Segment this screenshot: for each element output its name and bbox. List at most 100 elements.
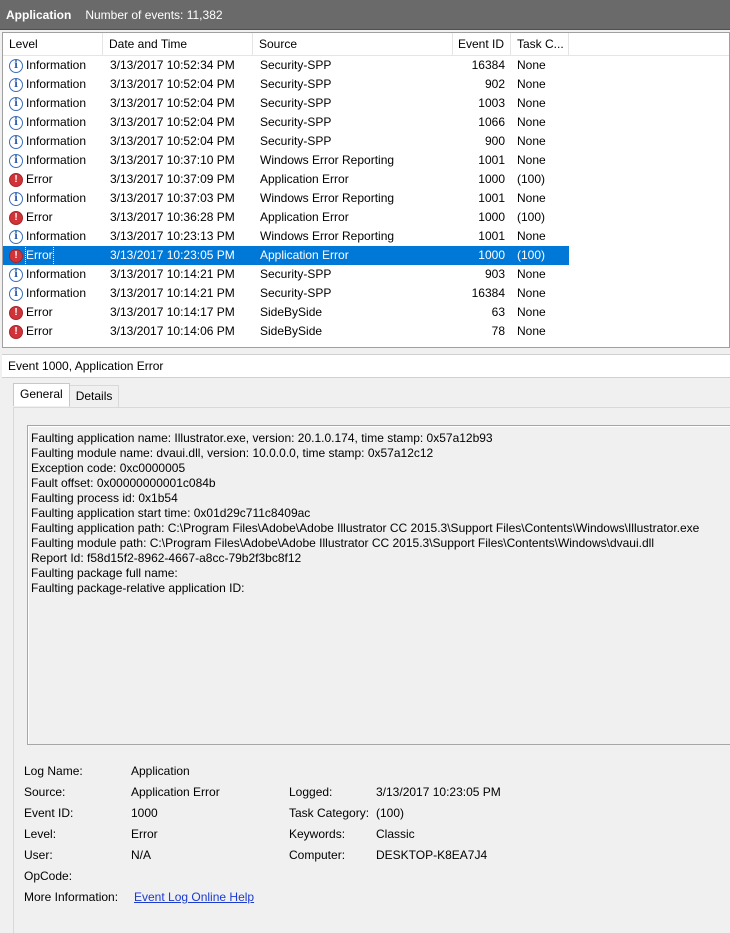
event-row[interactable]: ! Error 3/13/2017 10:37:09 PM Application E… (3, 170, 729, 189)
prop-label: Level: (24, 827, 57, 841)
event-row[interactable]: i Information 3/13/2017 10:14:21 PM Securit… (3, 265, 729, 284)
row-level: i Information (3, 227, 103, 246)
row-level: ! Error (3, 208, 103, 227)
event-row[interactable]: ! Error 3/13/2017 10:36:28 PM Application E… (3, 208, 729, 227)
row-source: Application Error (260, 210, 349, 224)
column-header-level[interactable]: Level (3, 33, 103, 56)
description-line: Faulting application start time: 0x01d29… (31, 506, 311, 520)
row-event-id: 63 (491, 305, 505, 319)
row-level-label: Information (26, 267, 87, 281)
row-date: 3/13/2017 10:14:17 PM (110, 305, 235, 319)
row-date: 3/13/2017 10:36:28 PM (110, 210, 235, 224)
row-task: None (517, 305, 546, 319)
row-event-id: 1000 (478, 210, 505, 224)
event-row[interactable]: ! Error 3/13/2017 10:14:06 PM SideBySide 78 N… (3, 322, 729, 341)
row-level: ! Error (3, 303, 103, 322)
events-grid[interactable]: Level Date and Time Source Event ID Task… (2, 32, 730, 348)
column-header-task[interactable]: Task C... (511, 33, 569, 56)
prop-label: Source: (24, 785, 66, 799)
row-date: 3/13/2017 10:23:13 PM (110, 229, 235, 243)
row-task: None (517, 115, 546, 129)
row-event-id: 902 (484, 77, 505, 91)
description-line: Faulting package full name: (31, 566, 178, 580)
row-date: 3/13/2017 10:52:04 PM (110, 96, 235, 110)
column-header-event-id[interactable]: Event ID (453, 33, 511, 56)
info-icon: i (9, 229, 23, 244)
row-event-id: 1003 (478, 96, 505, 110)
info-icon: i (9, 191, 23, 206)
row-level: i Information (3, 151, 103, 170)
event-row[interactable]: i Information 3/13/2017 10:14:21 PM Securit… (3, 284, 729, 303)
event-row[interactable]: i Information 3/13/2017 10:52:04 PM Securit… (3, 113, 729, 132)
info-icon: i (9, 58, 23, 73)
error-icon: ! (9, 172, 23, 187)
event-count: Number of events: 11,382 (85, 7, 223, 22)
event-log-online-help-link[interactable]: Event Log Online Help (134, 889, 254, 905)
row-level-label: Error (26, 172, 53, 186)
tab-general[interactable]: General (13, 383, 70, 406)
description-line: Faulting application name: Illustrator.e… (31, 431, 493, 445)
row-source: Application Error (253, 246, 453, 265)
row-event-id: 1001 (478, 191, 505, 205)
row-task: None (517, 58, 546, 72)
prop-value: 1000 (131, 806, 158, 820)
row-date: 3/13/2017 10:37:10 PM (110, 153, 235, 167)
column-header-source[interactable]: Source (253, 33, 453, 56)
event-row[interactable]: ! Error 3/13/2017 10:23:05 PM Application E… (3, 246, 729, 265)
row-level: ! Error (3, 170, 103, 189)
row-level: ! Error (3, 246, 103, 265)
tab-details[interactable]: Details (68, 385, 120, 407)
description-line: Faulting module name: dvaui.dll, version… (31, 446, 434, 460)
event-row[interactable]: i Information 3/13/2017 10:52:04 PM Securit… (3, 94, 729, 113)
row-level-label: Error (25, 246, 54, 265)
row-level-label: Information (26, 77, 87, 91)
row-level-label: Error (26, 305, 53, 319)
prop-value: N/A (131, 848, 152, 862)
event-row[interactable]: i Information 3/13/2017 10:23:13 PM Windows… (3, 227, 729, 246)
info-icon: i (9, 96, 23, 111)
event-row[interactable]: i Information 3/13/2017 10:37:03 PM Windows… (3, 189, 729, 208)
row-level: i Information (3, 113, 103, 132)
row-level-label: Information (26, 96, 87, 110)
row-level-label: Information (26, 58, 87, 72)
info-icon: i (9, 77, 23, 92)
row-level-label: Information (26, 286, 87, 300)
description-line: Report Id: f58d15f2-8962-4667-a8cc-79b2f… (31, 551, 302, 565)
prop-value: DESKTOP-K8EA7J4 (376, 848, 488, 862)
row-level-label: Information (26, 229, 87, 243)
prop-value: Application Error (131, 785, 220, 799)
row-task: None (517, 324, 546, 338)
general-tab-panel: Faulting application name: Illustrator.e… (13, 407, 730, 933)
description-line: Faulting module path: C:\Program Files\A… (31, 536, 654, 550)
grid-rows: i Information 3/13/2017 10:52:34 PM Securit… (3, 56, 729, 341)
row-level: i Information (3, 284, 103, 303)
event-description[interactable]: Faulting application name: Illustrator.e… (27, 425, 730, 745)
info-icon: i (9, 286, 23, 301)
event-row[interactable]: i Information 3/13/2017 10:52:34 PM Securit… (3, 56, 729, 75)
prop-label: OpCode: (24, 869, 73, 883)
row-event-id: 1066 (478, 115, 505, 129)
row-event-id: 16384 (471, 286, 505, 300)
event-row[interactable]: ! Error 3/13/2017 10:14:17 PM SideBySide 63 N… (3, 303, 729, 322)
description-line: Exception code: 0xc0000005 (31, 461, 186, 475)
row-source: Security-SPP (260, 286, 332, 300)
event-row[interactable]: i Information 3/13/2017 10:52:04 PM Securit… (3, 75, 729, 94)
row-date: 3/13/2017 10:14:06 PM (110, 324, 235, 338)
row-date: 3/13/2017 10:37:09 PM (110, 172, 235, 186)
event-row[interactable]: i Information 3/13/2017 10:37:10 PM Windows… (3, 151, 729, 170)
info-icon: i (9, 115, 23, 130)
column-header-date[interactable]: Date and Time (103, 33, 253, 56)
row-task: None (517, 191, 546, 205)
event-row[interactable]: i Information 3/13/2017 10:52:04 PM Securit… (3, 132, 729, 151)
row-task: None (517, 77, 546, 91)
row-task: (100) (511, 246, 569, 265)
row-source: SideBySide (260, 324, 323, 338)
prop-label: Logged: (289, 785, 333, 799)
row-date: 3/13/2017 10:14:21 PM (110, 267, 235, 281)
row-source: Security-SPP (260, 58, 332, 72)
row-task: None (517, 229, 546, 243)
prop-value: 3/13/2017 10:23:05 PM (376, 785, 501, 799)
row-level: i Information (3, 94, 103, 113)
prop-value: (100) (376, 806, 405, 820)
row-source: Windows Error Reporting (260, 191, 395, 205)
